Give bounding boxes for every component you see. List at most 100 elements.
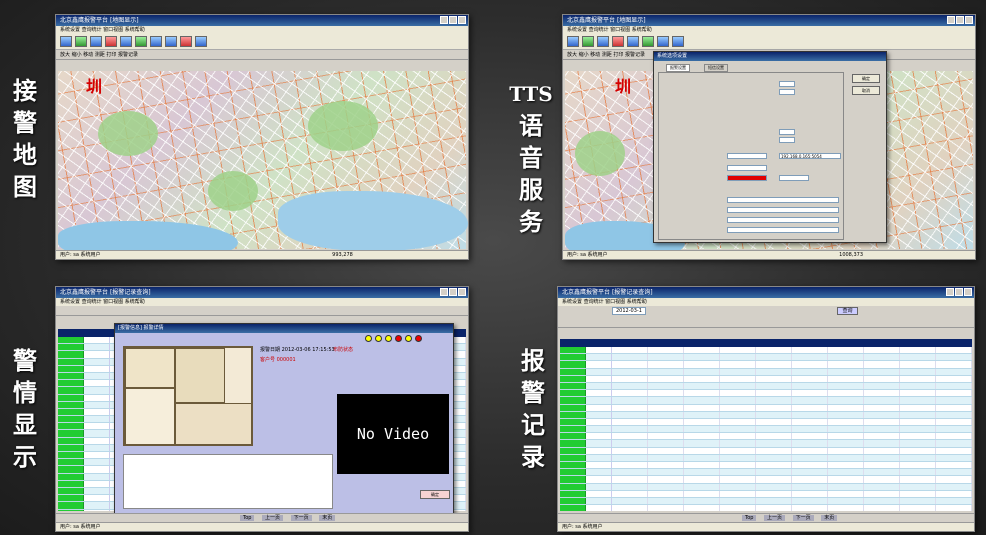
minimize-icon[interactable] [946,288,954,296]
minimize-icon[interactable] [947,16,955,24]
label-records: 报警记录 [516,345,550,473]
toolbar-button[interactable] [627,36,639,47]
tab-alarm-settings[interactable]: 报警设置 [666,64,690,72]
table-row[interactable] [560,483,972,491]
table-row[interactable] [560,462,972,470]
label-tts-prefix: TTS [509,82,553,106]
date-field[interactable]: 2012-03-1 [612,307,646,315]
alert-color-field[interactable] [727,175,767,181]
close-icon[interactable] [458,16,466,24]
toolbar-button[interactable] [60,36,72,47]
alarm-notes[interactable] [123,454,333,509]
menubar[interactable]: 系统设置 查询统计 窗口视图 系统帮助 [56,298,468,306]
maximize-icon[interactable] [955,288,963,296]
pager-top[interactable]: Top [240,515,255,521]
table-row[interactable] [560,440,972,448]
screenshot-records: 北京鑫鹰报警平台 [报警记录查询] 系统设置 查询统计 窗口视图 系统帮助 20… [557,286,975,532]
toolbar-button[interactable] [150,36,162,47]
table-row[interactable] [560,469,972,477]
setting-field[interactable] [727,217,839,223]
table-row[interactable] [560,390,972,398]
setting-field[interactable] [779,129,795,135]
statusbar: 用户: sa 系统用户 [558,522,974,531]
table-row[interactable] [560,382,972,391]
pager-next[interactable]: 下一页 [290,515,312,521]
table-row[interactable] [560,418,972,427]
pager-top[interactable]: Top [742,515,757,521]
pager-last[interactable]: 末页 [821,515,838,521]
table-row[interactable] [560,404,972,412]
filter-bar[interactable]: 2012-03-1 查询 [558,306,974,328]
table-row[interactable] [560,347,972,355]
close-icon[interactable] [458,288,466,296]
setting-field[interactable] [779,137,795,143]
toolbar-button[interactable] [567,36,579,47]
toolbar-button[interactable] [657,36,669,47]
map-subbar[interactable]: 放大 缩小 移动 测距 打印 报警记录 [56,50,468,60]
close-icon[interactable] [964,288,972,296]
table-row[interactable] [560,397,972,405]
table-row[interactable] [560,454,972,462]
table-row[interactable] [560,505,972,511]
table-row[interactable] [560,361,972,369]
toolbar-button[interactable] [180,36,192,47]
table-row[interactable] [560,354,972,362]
ok-button[interactable]: 确定 [852,74,880,83]
table-row[interactable] [560,426,972,434]
close-icon[interactable] [965,16,973,24]
toolbar-button[interactable] [642,36,654,47]
toolbar-button[interactable] [672,36,684,47]
ip-field[interactable]: 192.168.0.165:5054 [779,153,841,159]
setting-field[interactable] [727,153,767,159]
indicator-light [405,335,412,342]
table-row[interactable] [560,433,972,441]
menubar[interactable]: 系统设置 查询统计 窗口视图 系统帮助 [563,26,975,34]
toolbar-button[interactable] [90,36,102,47]
confirm-button[interactable]: 确定 [420,490,450,499]
maximize-icon[interactable] [449,16,457,24]
tab-sms-settings[interactable]: 短信设置 [704,64,728,72]
setting-select[interactable] [779,175,809,181]
records-table[interactable] [560,339,972,511]
toolbar-button[interactable] [105,36,117,47]
pager-prev[interactable]: 上一页 [262,515,284,521]
filter-bar[interactable] [56,306,468,316]
minimize-icon[interactable] [440,288,448,296]
setting-field[interactable] [727,165,767,171]
query-button[interactable]: 查询 [837,307,858,315]
table-row[interactable] [560,497,972,506]
toolbar-button[interactable] [135,36,147,47]
setting-field[interactable] [727,227,839,233]
minimize-icon[interactable] [440,16,448,24]
map-city-name: 圳 [615,77,632,96]
toolbar-button[interactable] [597,36,609,47]
toolbar-button[interactable] [120,36,132,47]
toolbar-button[interactable] [75,36,87,47]
toolbar-button[interactable] [195,36,207,47]
table-row[interactable] [560,375,972,383]
cancel-button[interactable]: 取消 [852,86,880,95]
table-row[interactable] [560,368,972,376]
statusbar: Top 上一页 下一页 末页 [56,513,468,522]
pager-next[interactable]: 下一页 [792,515,814,521]
maximize-icon[interactable] [956,16,964,24]
screenshot-tts: 北京鑫鹰报警平台 [地图显示] 系统设置 查询统计 窗口视图 系统帮助 放大 缩… [562,14,976,260]
toolbar-button[interactable] [612,36,624,47]
menubar[interactable]: 系统设置 查询统计 窗口视图 系统帮助 [56,26,468,34]
toolbar [563,34,975,50]
city-map[interactable]: 圳 [58,71,468,259]
table-row[interactable] [560,476,972,484]
table-row[interactable] [560,411,972,419]
toolbar-button[interactable] [582,36,594,47]
toolbar-button[interactable] [165,36,177,47]
table-row[interactable] [560,490,972,498]
setting-field[interactable] [727,197,839,203]
table-row[interactable] [560,447,972,455]
pager-prev[interactable]: 上一页 [764,515,786,521]
setting-field[interactable] [727,207,839,213]
pager-last[interactable]: 末页 [319,515,336,521]
setting-field[interactable] [779,81,795,87]
setting-field[interactable] [779,89,795,95]
maximize-icon[interactable] [449,288,457,296]
menubar[interactable]: 系统设置 查询统计 窗口视图 系统帮助 [558,298,974,306]
